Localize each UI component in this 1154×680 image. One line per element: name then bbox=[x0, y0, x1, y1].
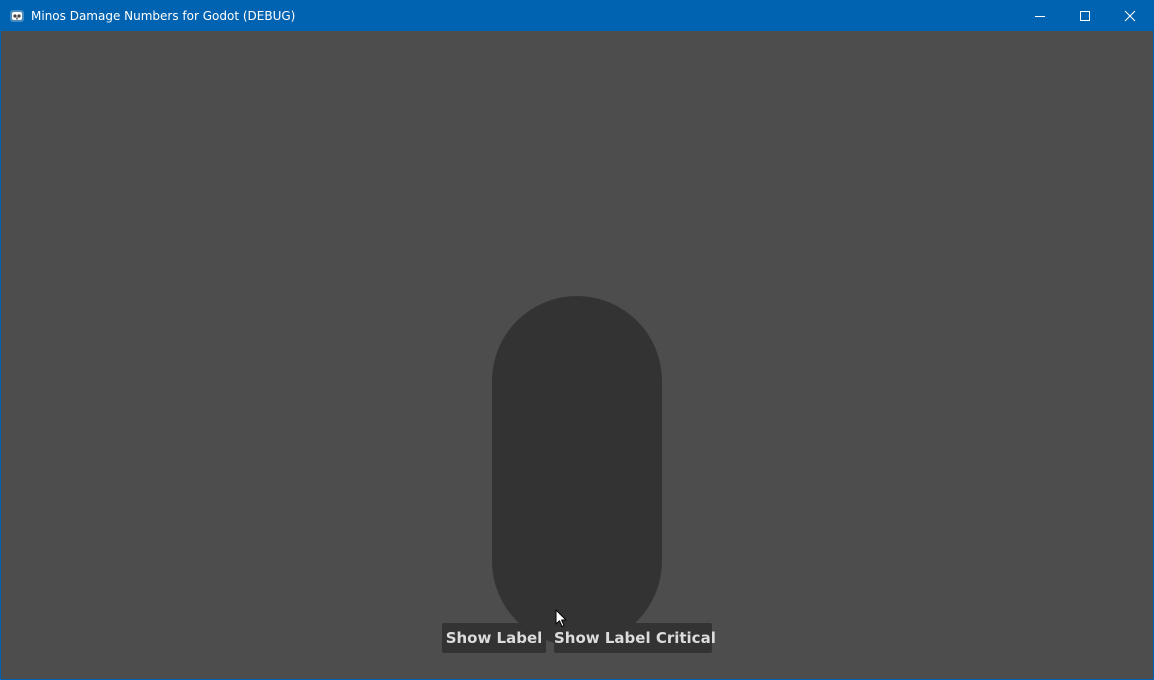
title-bar[interactable]: Minos Damage Numbers for Godot (DEBUG) bbox=[1, 1, 1153, 31]
minimize-icon bbox=[1035, 16, 1045, 17]
close-button[interactable] bbox=[1107, 1, 1153, 31]
capsule-sprite bbox=[492, 296, 662, 646]
godot-icon bbox=[9, 8, 25, 24]
maximize-button[interactable] bbox=[1062, 1, 1108, 31]
window-title: Minos Damage Numbers for Godot (DEBUG) bbox=[31, 9, 296, 23]
minimize-button[interactable] bbox=[1017, 1, 1063, 31]
game-window: Minos Damage Numbers for Godot (DEBUG) S… bbox=[0, 0, 1154, 680]
mouse-pointer-icon bbox=[555, 609, 567, 627]
show-label-critical-button[interactable]: Show Label Critical bbox=[554, 623, 716, 653]
game-viewport[interactable]: Show Label Show Label Critical bbox=[1, 31, 1153, 679]
show-label-button[interactable]: Show Label bbox=[442, 623, 546, 653]
maximize-icon bbox=[1080, 11, 1090, 21]
close-icon bbox=[1124, 10, 1136, 22]
